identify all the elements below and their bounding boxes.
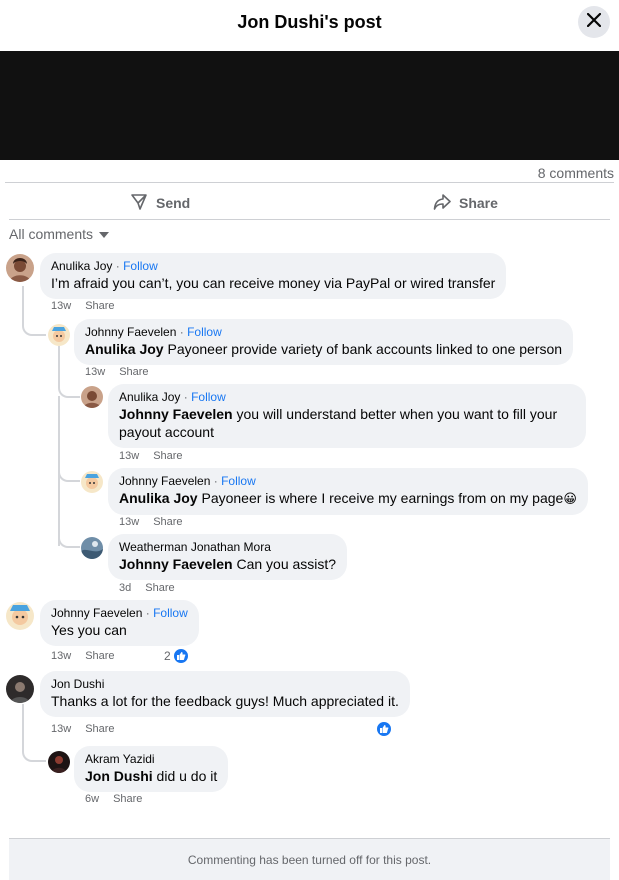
comment-author[interactable]: Weatherman Jonathan Mora <box>119 540 271 554</box>
avatar[interactable] <box>81 471 103 493</box>
thread-line <box>58 526 80 548</box>
share-button[interactable]: Share <box>433 192 498 214</box>
comment-bubble: Anulika Joy · Follow I’m afraid you can’… <box>40 253 507 299</box>
comment-bubble: Johnny Faevelen · Follow Anulika Joy Pay… <box>108 468 588 515</box>
comment-bubble: Weatherman Jonathan Mora Johnny Faevelen… <box>108 534 348 580</box>
dialog-header: Jon Dushi's post <box>0 0 619 50</box>
comment-text: Yes you can <box>51 622 127 638</box>
comments-disabled-notice: Commenting has been turned off for this … <box>9 838 610 880</box>
avatar[interactable] <box>48 751 70 773</box>
comment-author[interactable]: Akram Yazidi <box>85 752 155 766</box>
mention-link[interactable]: Anulika Joy <box>119 490 198 506</box>
avatar[interactable] <box>6 675 34 703</box>
follow-link[interactable]: Follow <box>191 390 226 404</box>
separator-dot: · <box>213 474 222 488</box>
mention-link[interactable]: Johnny Faevelen <box>119 556 233 572</box>
comment-meta: 13w Share <box>119 516 183 528</box>
comment-author[interactable]: Jon Dushi <box>51 677 104 691</box>
comment-bubble: Jon Dushi Thanks a lot for the feedback … <box>40 671 410 717</box>
thread-line <box>22 704 46 762</box>
follow-link[interactable]: Follow <box>221 474 256 488</box>
comment-meta: 13w Share <box>51 300 115 312</box>
comment-time[interactable]: 13w <box>119 450 139 462</box>
mention-link[interactable]: Johnny Faevelen <box>119 406 233 422</box>
separator-dot: · <box>145 606 154 620</box>
avatar[interactable] <box>6 254 34 282</box>
reaction-count: 2 <box>164 649 171 663</box>
comment-meta: 6w Share <box>85 793 142 805</box>
send-label: Send <box>156 195 191 211</box>
avatar[interactable] <box>81 537 103 559</box>
comment-meta: 13w Share <box>51 723 115 735</box>
comment-share-link[interactable]: Share <box>85 300 114 312</box>
comment-time[interactable]: 13w <box>119 516 139 528</box>
like-icon <box>172 648 189 664</box>
separator-dot: · <box>179 325 188 339</box>
comment-text: Can you assist? <box>232 556 337 572</box>
divider <box>5 182 614 183</box>
follow-link[interactable]: Follow <box>123 259 158 273</box>
comment-share-link[interactable]: Share <box>153 516 182 528</box>
comment-time[interactable]: 6w <box>85 793 99 805</box>
comment-meta: 13w Share <box>51 650 115 662</box>
comment-bubble: Johnny Faevelen · Follow Anulika Joy Pay… <box>74 319 574 365</box>
follow-link[interactable]: Follow <box>153 606 188 620</box>
comment-share-link[interactable]: Share <box>153 450 182 462</box>
comment-author[interactable]: Johnny Faevelen <box>85 325 176 339</box>
comment-count[interactable]: 8 comments <box>538 165 614 181</box>
comment-author[interactable]: Johnny Faevelen <box>51 606 142 620</box>
comment-bubble: Johnny Faevelen · Follow Yes you can <box>40 600 199 646</box>
separator-dot: · <box>183 390 192 404</box>
reaction-summary[interactable] <box>376 721 392 737</box>
close-icon <box>586 12 602 32</box>
comment-time[interactable]: 13w <box>51 300 71 312</box>
close-button[interactable] <box>578 6 610 38</box>
share-icon <box>433 193 451 214</box>
like-icon <box>376 721 392 737</box>
comment-share-link[interactable]: Share <box>113 793 142 805</box>
comment-time[interactable]: 13w <box>51 650 71 662</box>
mention-link[interactable]: Jon Dushi <box>85 768 153 784</box>
avatar[interactable] <box>6 602 34 630</box>
thread-line <box>58 460 80 482</box>
mention-link[interactable]: Anulika Joy <box>85 341 164 357</box>
share-label: Share <box>459 195 498 211</box>
comment-author[interactable]: Anulika Joy <box>119 390 180 404</box>
comment-text: did u do it <box>152 768 218 784</box>
comment-author[interactable]: Anulika Joy <box>51 259 112 273</box>
comment-share-link[interactable]: Share <box>85 650 114 662</box>
caret-down-icon <box>99 232 110 238</box>
thread-line <box>22 286 46 336</box>
dialog-title: Jon Dushi's post <box>237 12 382 32</box>
comment-share-link[interactable]: Share <box>119 366 148 378</box>
comment-author[interactable]: Johnny Faevelen <box>119 474 210 488</box>
sort-label: All comments <box>9 226 94 242</box>
comment-meta: 13w Share <box>85 366 149 378</box>
avatar[interactable] <box>48 324 70 346</box>
avatar[interactable] <box>81 386 103 408</box>
comment-text: I’m afraid you can’t, you can receive mo… <box>51 275 496 291</box>
comment-time[interactable]: 13w <box>51 723 71 735</box>
separator-dot: · <box>115 259 124 273</box>
comment-time[interactable]: 13w <box>85 366 105 378</box>
comment-text: Payoneer provide variety of bank account… <box>163 341 563 357</box>
comment-bubble: Akram Yazidi Jon Dushi did u do it <box>74 746 229 792</box>
comment-meta: 3d Share <box>119 582 175 594</box>
post-media[interactable] <box>0 51 619 160</box>
comment-share-link[interactable]: Share <box>145 582 174 594</box>
comment-text: Thanks a lot for the feedback guys! Much… <box>51 693 399 709</box>
comment-time[interactable]: 3d <box>119 582 131 594</box>
smile-emoji: 😀 <box>563 491 577 506</box>
comment-sort-dropdown[interactable]: All comments <box>9 226 110 242</box>
send-button[interactable]: Send <box>130 192 190 214</box>
follow-link[interactable]: Follow <box>187 325 222 339</box>
comment-meta: 13w Share <box>119 450 183 462</box>
comment-share-link[interactable]: Share <box>85 723 114 735</box>
divider <box>9 219 610 220</box>
comment-text: Payoneer is where I receive my earnings … <box>197 490 564 506</box>
comment-bubble: Anulika Joy · Follow Johnny Faevelen you… <box>108 384 586 448</box>
reaction-summary[interactable]: 2 <box>164 648 189 664</box>
send-icon <box>130 193 148 214</box>
